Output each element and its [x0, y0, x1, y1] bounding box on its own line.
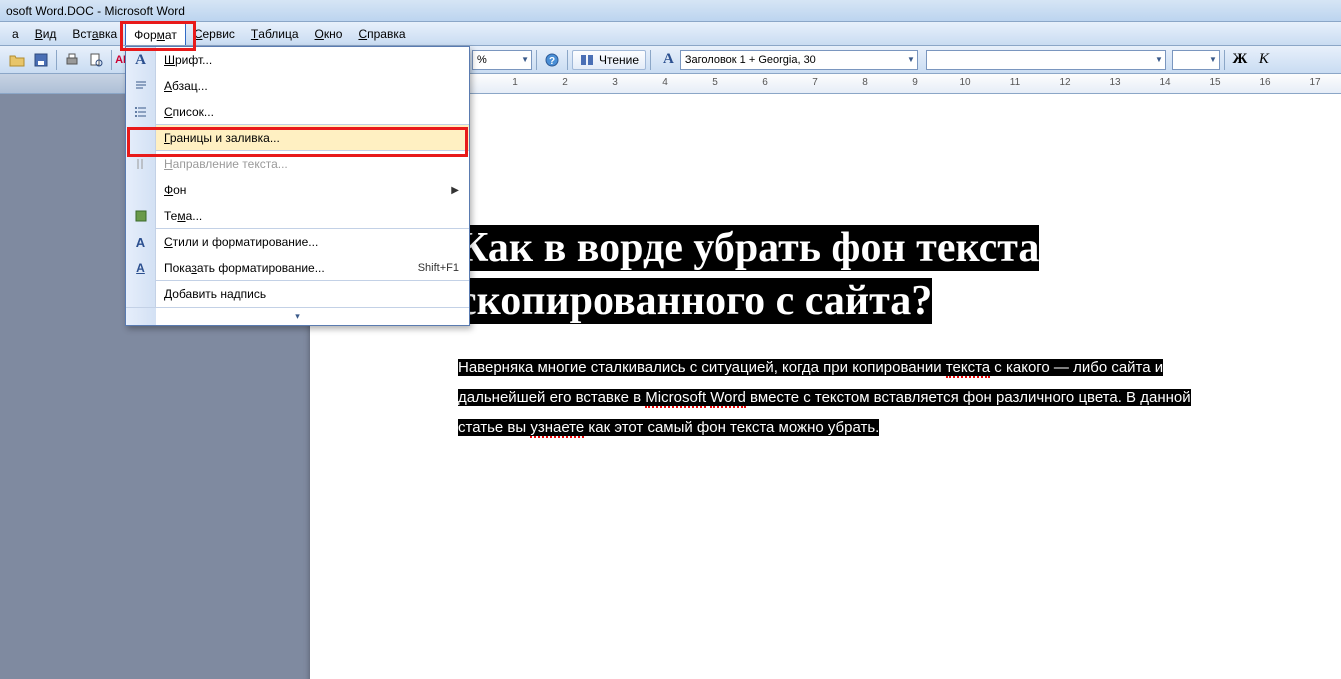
separator [1224, 50, 1225, 70]
menu-item-шрифт-[interactable]: AШрифт... [126, 47, 469, 73]
para-icon [126, 73, 156, 99]
style-combo[interactable]: Заголовок 1 + Georgia, 30 ▼ [680, 50, 918, 70]
heading-text: Как в ворде убрать фон текста скопирован… [458, 222, 1328, 327]
ruler-tick: 12 [1059, 77, 1070, 88]
ruler-tick: 3 [612, 77, 618, 88]
ruler-tick: 9 [912, 77, 918, 88]
blank-icon [126, 125, 156, 151]
menu-shortcut: Shift+F1 [418, 262, 469, 274]
help-icon[interactable]: ? [541, 49, 563, 71]
menu-item-фон[interactable]: Фон▶ [126, 177, 469, 203]
document-content[interactable]: Как в ворде убрать фон текста скопирован… [458, 222, 1328, 443]
menu-формат[interactable]: Формат [125, 23, 186, 45]
italic-button[interactable]: К [1253, 49, 1275, 71]
ruler-tick: 16 [1259, 77, 1270, 88]
menu-item-добавить-надпись[interactable]: Добавить надпись [126, 281, 469, 307]
font-combo[interactable]: ▼ [926, 50, 1166, 70]
title-bar: osoft Word.DOC - Microsoft Word [0, 0, 1341, 22]
menu-item-label: Добавить надпись [156, 287, 469, 301]
reading-label: Чтение [599, 53, 639, 67]
separator [567, 50, 568, 70]
menu-вид[interactable]: Вид [27, 23, 65, 45]
menu-item-стили-и-форматирование-[interactable]: AСтили и форматирование... [126, 229, 469, 255]
separator [56, 50, 57, 70]
menu-item-label: Абзац... [156, 79, 469, 93]
menu-item-показать-форматирование-[interactable]: AПоказать форматирование...Shift+F1 [126, 255, 469, 281]
blank-icon [126, 281, 156, 307]
separator [536, 50, 537, 70]
styleA-icon: A [126, 229, 156, 255]
menu-item-тема-[interactable]: Тема... [126, 203, 469, 229]
blank-icon [126, 177, 156, 203]
window-title: osoft Word.DOC - Microsoft Word [6, 4, 185, 18]
separator [111, 50, 112, 70]
svg-text:?: ? [549, 56, 555, 67]
separator [650, 50, 651, 70]
ruler-tick: 15 [1209, 77, 1220, 88]
ruler-tick: 4 [662, 77, 668, 88]
menu-а[interactable]: а [4, 23, 27, 45]
menu-справка[interactable]: Справка [350, 23, 413, 45]
menu-item-label: Показать форматирование... [156, 261, 418, 275]
format-menu-dropdown: AШрифт...Абзац...Список...Границы и зали… [125, 46, 470, 326]
open-icon[interactable] [6, 49, 28, 71]
ruler-tick: 8 [862, 77, 868, 88]
A-icon: A [126, 47, 156, 73]
menu-item-label: Направление текста... [156, 157, 469, 171]
zoom-value: % [477, 54, 487, 66]
ruler-tick: 5 [712, 77, 718, 88]
menu-таблица[interactable]: Таблица [243, 23, 307, 45]
ruler-tick: 2 [562, 77, 568, 88]
menu-item-label: Список... [156, 105, 469, 119]
menu-item-границы-и-заливка-[interactable]: Границы и заливка... [126, 125, 469, 151]
menu-item-label: Границы и заливка... [156, 131, 469, 145]
submenu-arrow-icon: ▶ [451, 185, 469, 196]
menu-сервис[interactable]: Сервис [186, 23, 243, 45]
menu-item-label: Тема... [156, 209, 469, 223]
ruler-tick: 14 [1159, 77, 1170, 88]
menu-item-label: Фон [156, 183, 451, 197]
save-icon[interactable] [30, 49, 52, 71]
ruler-tick: 11 [1010, 77, 1020, 88]
print-preview-icon[interactable] [85, 49, 107, 71]
menu-expand-icon[interactable]: ▾ [126, 307, 469, 325]
reading-mode-button[interactable]: Чтение [572, 50, 646, 70]
menu-item-направление-текста-: Направление текста... [126, 151, 469, 177]
ruler-tick: 10 [959, 77, 970, 88]
menu-item-label: Стили и форматирование... [156, 235, 469, 249]
menu-item-список-[interactable]: Список... [126, 99, 469, 125]
style-combo-value: Заголовок 1 + Georgia, 30 [685, 54, 816, 66]
ruler-tick: 6 [762, 77, 768, 88]
style-icon: A [663, 51, 674, 68]
menubar: аВидВставкаФорматСервисТаблицаОкноСправк… [0, 22, 1341, 46]
ruler-tick: 1 [512, 77, 518, 88]
ruler-tick: 17 [1309, 77, 1320, 88]
print-icon[interactable] [61, 49, 83, 71]
menu-item-label: Шрифт... [156, 53, 469, 67]
menu-вставка[interactable]: Вставка [64, 23, 125, 45]
zoom-combo[interactable]: % ▼ [472, 50, 532, 70]
ruler-tick: 13 [1109, 77, 1120, 88]
theme-icon [126, 203, 156, 229]
size-combo[interactable]: ▼ [1172, 50, 1220, 70]
reveal-icon: A [126, 255, 156, 281]
list-icon [126, 99, 156, 125]
ruler-tick: 7 [812, 77, 818, 88]
menu-item-абзац-[interactable]: Абзац... [126, 73, 469, 99]
paragraph-text: Наверняка многие сталкивались с ситуацие… [458, 353, 1328, 443]
dir-icon [126, 151, 156, 177]
bold-button[interactable]: Ж [1229, 49, 1251, 71]
menu-окно[interactable]: Окно [307, 23, 351, 45]
